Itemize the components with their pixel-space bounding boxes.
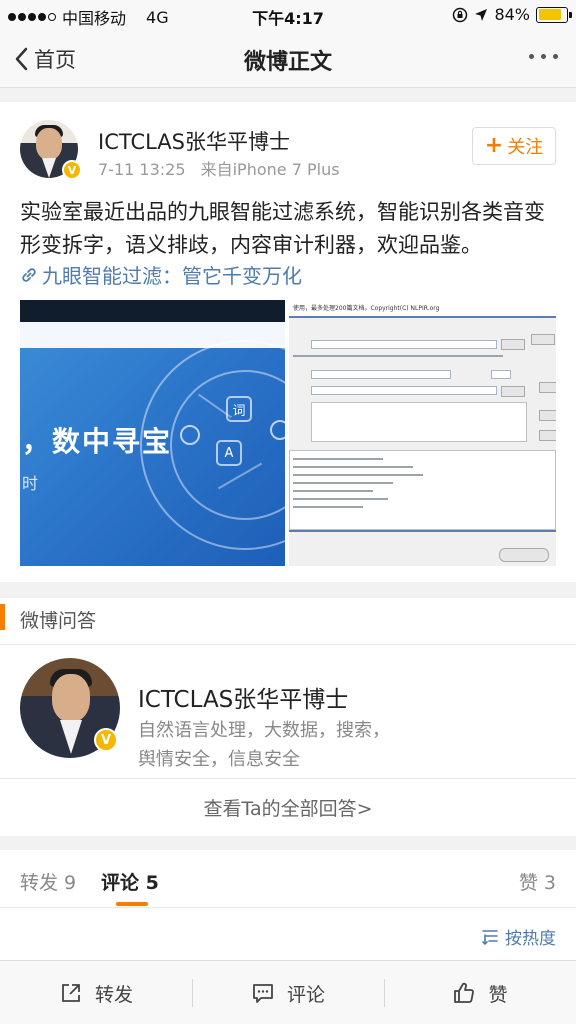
follow-label: 关注 [507, 137, 544, 158]
qa-title: 微博问答 [20, 610, 97, 632]
divider [0, 644, 576, 645]
post-image-1[interactable]: ，数中寻宝 时 词 A [20, 300, 285, 566]
circle-icon [270, 420, 285, 440]
battery-percent: 84% [494, 5, 530, 24]
share-icon [62, 984, 80, 1002]
plus-icon: + [484, 133, 504, 158]
post-link-text: 九眼智能过滤：管它千变万化 [42, 264, 302, 288]
qa-name[interactable]: ICTCLAS张华平博士 [138, 680, 348, 714]
more-dot-icon [529, 54, 534, 59]
image-header: 使用，最多处理200篇文档。Copyright(C) NLPIR.org [289, 300, 556, 316]
author-avatar[interactable]: V [20, 120, 82, 180]
sort-icon [482, 929, 498, 945]
tab-comment[interactable]: 评论 5 [101, 868, 159, 895]
more-button[interactable] [529, 46, 558, 67]
sort-label: 按热度 [505, 929, 556, 949]
like-button[interactable]: 赞 [384, 961, 576, 1024]
repost-label: 转发 [94, 983, 133, 1006]
status-bar: 中国移动 4G 下午4:17 84% [0, 0, 576, 30]
image-slogan: ，数中寻宝 [22, 425, 173, 458]
verified-badge-icon: V [62, 160, 82, 180]
orientation-lock-icon [453, 7, 468, 22]
image-icon-word: 词 [226, 396, 252, 422]
more-dot-icon [541, 54, 546, 59]
post-text: 实验室最近出品的九眼智能过滤系统，智能识别各类音变形变拆字，语义排歧，内容审计利… [20, 200, 545, 257]
post-source: 来自iPhone 7 Plus [200, 160, 340, 179]
comment-label: 评论 [286, 983, 325, 1006]
link-icon [22, 267, 36, 282]
like-label: 赞 [488, 983, 508, 1006]
post-meta: 7-11 13:25 来自iPhone 7 Plus [98, 156, 340, 180]
sort-bar: 按热度 [0, 908, 576, 962]
author-name[interactable]: ICTCLAS张华平博士 [98, 126, 290, 156]
post-image-2[interactable]: 使用，最多处理200篇文档。Copyright(C) NLPIR.org [289, 300, 556, 566]
more-dot-icon [553, 54, 558, 59]
post-date: 7-11 13:25 [98, 160, 186, 179]
comment-button[interactable]: 评论 [192, 961, 384, 1024]
battery-icon [536, 6, 572, 23]
divider [0, 778, 576, 779]
thumbs-up-icon [454, 982, 475, 1003]
location-arrow-icon [475, 8, 488, 21]
qa-avatar[interactable]: V [20, 658, 120, 758]
tab-repost[interactable]: 转发 9 [20, 868, 76, 895]
nav-bar: 首页 微博正文 [0, 30, 576, 88]
sort-by-hot-button[interactable]: 按热度 [481, 924, 556, 949]
image-icon-a: A [216, 440, 242, 466]
tab-like[interactable]: 赞 3 [519, 868, 556, 895]
qa-section: 微博问答 V ICTCLAS张华平博士 自然语言处理，大数据，搜索，舆情安全，信… [0, 598, 576, 836]
comment-icon [253, 984, 273, 1003]
bottom-toolbar: 转发 评论 赞 [0, 960, 576, 1024]
interaction-tabs: 转发 9 评论 5 赞 3 [0, 850, 576, 908]
verified-badge-icon: V [94, 728, 118, 752]
post-link[interactable]: 九眼智能过滤：管它千变万化 [20, 260, 302, 289]
clock-icon [180, 425, 200, 445]
active-tab-indicator [116, 902, 148, 906]
follow-button[interactable]: + 关注 [472, 127, 556, 165]
status-right: 84% [452, 5, 572, 24]
image-subtext: 时 [22, 474, 39, 493]
repost-button[interactable]: 转发 [0, 961, 192, 1024]
qa-description: 自然语言处理，大数据，搜索，舆情安全，信息安全 [138, 720, 390, 770]
battery-fill [538, 9, 562, 20]
page-title: 微博正文 [243, 50, 332, 75]
view-all-answers-link[interactable]: 查看Ta的全部回答> [0, 794, 576, 821]
section-accent-bar [0, 604, 5, 630]
post-card: V ICTCLAS张华平博士 7-11 13:25 来自iPhone 7 Plu… [0, 102, 576, 582]
